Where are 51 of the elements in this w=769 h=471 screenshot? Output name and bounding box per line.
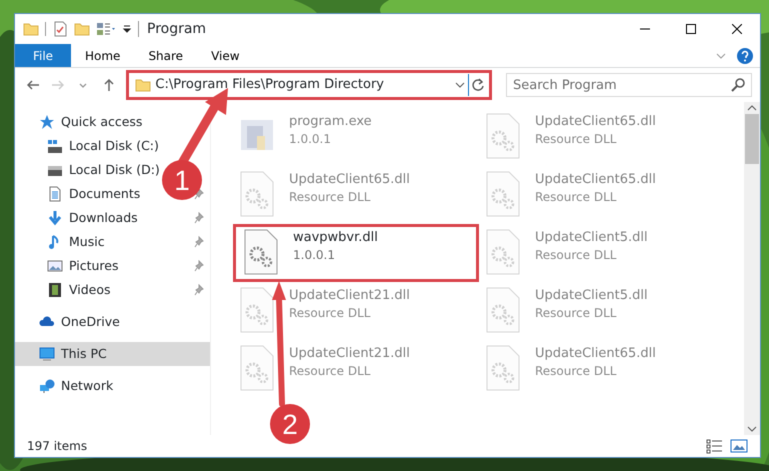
nav-item[interactable]: Pictures: [47, 254, 122, 278]
file-item[interactable]: UpdateClient65.dll Resource DLL: [479, 108, 725, 166]
nav-item[interactable]: Downloads: [47, 206, 142, 230]
file-name: UpdateClient65.dll: [289, 172, 410, 188]
file-item[interactable]: UpdateClient21.dll Resource DLL: [233, 282, 479, 340]
address-bar[interactable]: C:\Program Files\Program Directory: [128, 72, 490, 98]
file-name: UpdateClient5.dll: [535, 288, 648, 304]
file-name: program.exe: [289, 114, 372, 130]
ribbon-tab[interactable]: Home: [71, 44, 134, 67]
file-name: UpdateClient65.dll: [535, 114, 656, 130]
file-detail: 1.0.0.1: [289, 131, 332, 148]
file-detail: Resource DLL: [535, 363, 618, 380]
ribbon-tab[interactable]: View: [197, 44, 254, 67]
nav-item[interactable]: Local Disk (C:): [47, 134, 163, 158]
nav-item[interactable]: OneDrive: [39, 310, 124, 334]
nav-item[interactable]: Documents: [47, 182, 144, 206]
ribbon-tab[interactable]: Share: [134, 44, 198, 67]
file-name: UpdateClient5.dll: [535, 230, 648, 246]
window-title: Program: [138, 21, 206, 37]
ribbon-tab[interactable]: File: [15, 44, 71, 67]
file-item[interactable]: UpdateClient65.dll Resource DLL: [479, 166, 725, 224]
step-marker: 2: [270, 404, 310, 444]
file-item[interactable]: wavpwbvr.dll 1.0.0.1: [233, 224, 479, 282]
file-detail: Resource DLL: [535, 305, 618, 322]
file-name: UpdateClient21.dll: [289, 288, 410, 304]
nav-item[interactable]: Quick access: [39, 110, 146, 134]
file-name: UpdateClient65.dll: [535, 172, 656, 188]
nav-item[interactable]: Videos: [47, 278, 115, 302]
search-field[interactable]: Search Program: [506, 73, 752, 97]
file-item[interactable]: program.exe 1.0.0.1: [233, 108, 479, 166]
file-item[interactable]: UpdateClient21.dll Resource DLL: [233, 340, 479, 398]
file-item[interactable]: UpdateClient5.dll Resource DLL: [479, 224, 725, 282]
nav-item[interactable]: Network: [39, 374, 118, 398]
file-detail: 1.0.0.1: [293, 247, 336, 264]
step-marker: 1: [162, 160, 202, 200]
file-detail: Resource DLL: [289, 305, 372, 322]
file-detail: Resource DLL: [535, 247, 618, 264]
file-detail: Resource DLL: [535, 189, 618, 206]
file-item[interactable]: UpdateClient65.dll Resource DLL: [233, 166, 479, 224]
file-item[interactable]: UpdateClient65.dll Resource DLL: [479, 340, 725, 398]
file-item[interactable]: UpdateClient5.dll Resource DLL: [479, 282, 725, 340]
file-name: UpdateClient21.dll: [289, 346, 410, 362]
address-path: C:\Program Files\Program Directory: [154, 76, 385, 94]
file-detail: Resource DLL: [289, 189, 372, 206]
nav-item[interactable]: Local Disk (D:): [47, 158, 164, 182]
file-detail: Resource DLL: [535, 131, 618, 148]
item-count: 197 items: [27, 438, 88, 455]
file-detail: Resource DLL: [289, 363, 372, 380]
nav-item[interactable]: Music: [47, 230, 109, 254]
file-name: UpdateClient65.dll: [535, 346, 656, 362]
file-name: wavpwbvr.dll: [293, 230, 378, 246]
